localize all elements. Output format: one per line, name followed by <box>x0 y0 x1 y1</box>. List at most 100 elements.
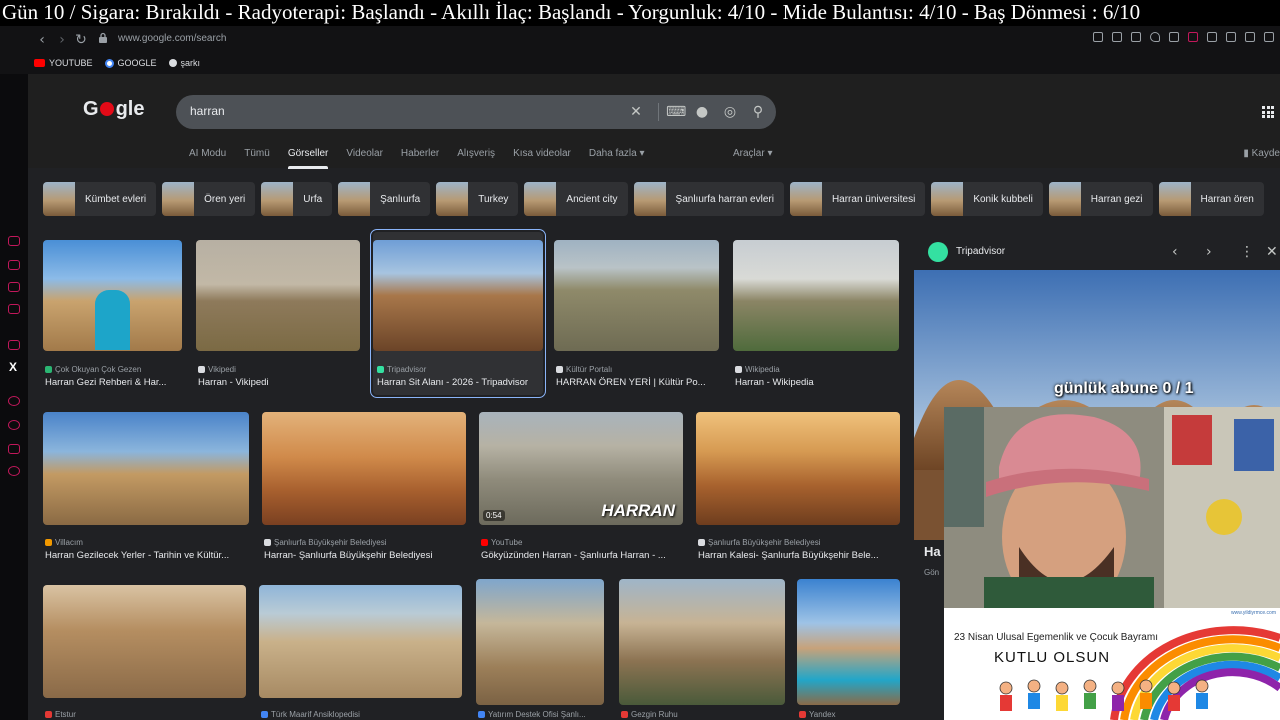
result-source[interactable]: Wikipedia <box>735 365 780 374</box>
result-source[interactable]: Yatırım Destek Ofisi Şanlı... <box>478 710 586 719</box>
image-result[interactable]: Gezgin Ruhu <box>619 579 785 720</box>
result-source[interactable]: Tripadvisor <box>377 365 426 374</box>
search-icon[interactable]: ⚲ <box>750 104 766 120</box>
result-source[interactable]: Türk Maarif Ansiklopedisi <box>261 710 360 719</box>
result-title[interactable]: Harran Kalesi- Şanlıurfa Büyükşehir Bele… <box>698 550 902 561</box>
result-title[interactable]: Harran - Vikipedi <box>198 377 362 388</box>
sidebar-send-icon[interactable] <box>8 444 20 454</box>
search-box[interactable]: harran ✕ ⌨ ● ◎ ⚲ <box>176 95 776 129</box>
download-icon[interactable] <box>1169 32 1179 42</box>
tab-ai-mode[interactable]: AI Modu <box>189 148 226 169</box>
sidebar-refresh-icon[interactable] <box>8 236 20 246</box>
result-image[interactable] <box>476 579 604 705</box>
tab-videos[interactable]: Videolar <box>346 148 383 169</box>
tab-short-videos[interactable]: Kısa videolar <box>513 148 571 169</box>
bookmark-icon[interactable] <box>1188 32 1198 42</box>
result-title[interactable]: Gökyüzünden Harran - Şanlıurfa Harran - … <box>481 550 685 561</box>
sidebar-icon[interactable] <box>1226 32 1236 42</box>
clear-icon[interactable]: ✕ <box>628 104 644 120</box>
address-bar[interactable]: www.google.com/search <box>118 33 226 44</box>
image-result[interactable]: Şanlıurfa Büyükşehir Belediyesi Harran- … <box>262 412 466 562</box>
panel-title[interactable]: Ha <box>924 544 941 559</box>
clock-icon[interactable] <box>8 420 20 430</box>
tab-icon[interactable] <box>1112 32 1122 42</box>
result-source[interactable]: Etstur <box>45 710 76 719</box>
result-image[interactable] <box>619 579 785 705</box>
tools-button[interactable]: Araçlar ▾ <box>733 148 772 159</box>
play-icon[interactable] <box>1131 32 1141 42</box>
result-image[interactable] <box>43 585 246 698</box>
result-image[interactable] <box>43 240 182 351</box>
result-source[interactable]: Çok Okuyan Çok Gezen <box>45 365 141 374</box>
chip[interactable]: Turkey <box>436 182 519 216</box>
pin-icon[interactable] <box>1093 32 1103 42</box>
image-result[interactable]: Villacım Harran Gezilecek Yerler - Tarih… <box>43 412 249 562</box>
result-title[interactable]: Harran- Şanlıurfa Büyükşehir Belediyesi <box>264 550 468 561</box>
chip[interactable]: Urfa <box>261 182 333 216</box>
previous-icon[interactable]: ‹ <box>1172 244 1178 260</box>
next-icon[interactable]: › <box>1206 244 1212 260</box>
chip[interactable]: Harran üniversitesi <box>789 182 926 216</box>
apps-grid-icon[interactable] <box>1262 106 1274 118</box>
instagram-icon[interactable] <box>8 340 20 350</box>
result-title[interactable]: Harran Gezi Rehberi & Har... <box>45 377 184 388</box>
result-title[interactable]: Harran - Wikipedia <box>735 377 901 388</box>
bookmark-google[interactable]: GOOGLE <box>104 56 157 70</box>
tab-more[interactable]: Daha fazla ▾ <box>589 148 645 169</box>
tab-news[interactable]: Haberler <box>401 148 439 169</box>
sidebar-chat-icon[interactable] <box>8 282 20 292</box>
tab-all[interactable]: Tümü <box>244 148 270 169</box>
chip[interactable]: Harran ören <box>1158 182 1264 216</box>
chip[interactable]: Ören yeri <box>162 182 256 216</box>
x-icon[interactable]: X <box>9 360 17 374</box>
tab-shopping[interactable]: Alışveriş <box>457 148 495 169</box>
image-result-selected[interactable]: Tripadvisor Harran Sit Alanı - 2026 - Tr… <box>370 229 546 398</box>
heart-icon[interactable] <box>1150 32 1160 42</box>
image-result[interactable]: Yandex <box>797 579 900 720</box>
camera-icon[interactable]: ◎ <box>722 104 738 120</box>
download-arrow-icon[interactable] <box>1264 32 1274 42</box>
chip[interactable]: Şanlıurfa <box>338 182 431 216</box>
result-image[interactable] <box>43 412 249 525</box>
chip[interactable]: Kümbet evleri <box>43 182 157 216</box>
image-result[interactable]: Şanlıurfa Büyükşehir Belediyesi Harran K… <box>696 412 900 562</box>
result-source[interactable]: Kültür Portalı <box>556 365 612 374</box>
back-icon[interactable]: ‹ <box>32 30 52 50</box>
image-result[interactable]: Kültür Portalı HARRAN ÖREN YERİ | Kültür… <box>554 240 719 390</box>
result-image[interactable] <box>262 412 466 525</box>
result-source[interactable]: Gezgin Ruhu <box>621 710 678 719</box>
result-image[interactable] <box>797 579 900 705</box>
bookmark-youtube[interactable]: YOUTUBE <box>34 56 93 70</box>
result-source[interactable]: Şanlıurfa Büyükşehir Belediyesi <box>264 538 387 547</box>
image-result[interactable]: Türk Maarif Ansiklopedisi <box>259 585 462 720</box>
keyboard-icon[interactable]: ⌨ <box>666 104 686 120</box>
result-title[interactable]: HARRAN ÖREN YERİ | Kültür Po... <box>556 377 721 388</box>
result-image[interactable] <box>696 412 900 525</box>
chip[interactable]: Şanlıurfa harran evleri <box>633 182 784 216</box>
image-result[interactable]: Yatırım Destek Ofisi Şanlı... <box>476 579 604 720</box>
share-icon[interactable] <box>1245 32 1255 42</box>
result-source[interactable]: Villacım <box>45 538 83 547</box>
close-icon[interactable]: ✕ <box>1266 244 1278 260</box>
result-source[interactable]: Yandex <box>799 710 836 719</box>
image-result[interactable]: Wikipedia Harran - Wikipedia <box>733 240 899 390</box>
more-options-icon[interactable]: ⋮ <box>1240 244 1254 260</box>
bookmark-sarki[interactable]: şarkı <box>168 56 200 70</box>
result-image[interactable] <box>196 240 360 351</box>
panel-source[interactable]: Tripadvisor <box>956 246 1005 257</box>
google-logo[interactable]: Ggle <box>83 98 144 121</box>
result-image[interactable]: 0:54 HARRAN <box>479 412 683 525</box>
result-title[interactable]: Harran Sit Alanı - 2026 - Tripadvisor <box>377 377 543 388</box>
result-image[interactable] <box>733 240 899 351</box>
image-result[interactable]: Vikipedi Harran - Vikipedi <box>196 240 360 390</box>
sidebar-circle-icon[interactable] <box>8 396 20 406</box>
search-input[interactable]: harran <box>190 104 225 118</box>
puzzle-icon[interactable] <box>1207 32 1217 42</box>
tab-images[interactable]: Görseller <box>287 148 328 169</box>
result-image[interactable] <box>373 240 543 351</box>
settings-icon[interactable] <box>8 466 20 476</box>
result-source[interactable]: YouTube <box>481 538 522 547</box>
microphone-icon[interactable]: ● <box>694 104 710 120</box>
sidebar-bag-icon[interactable] <box>8 260 20 270</box>
result-image[interactable] <box>554 240 719 351</box>
